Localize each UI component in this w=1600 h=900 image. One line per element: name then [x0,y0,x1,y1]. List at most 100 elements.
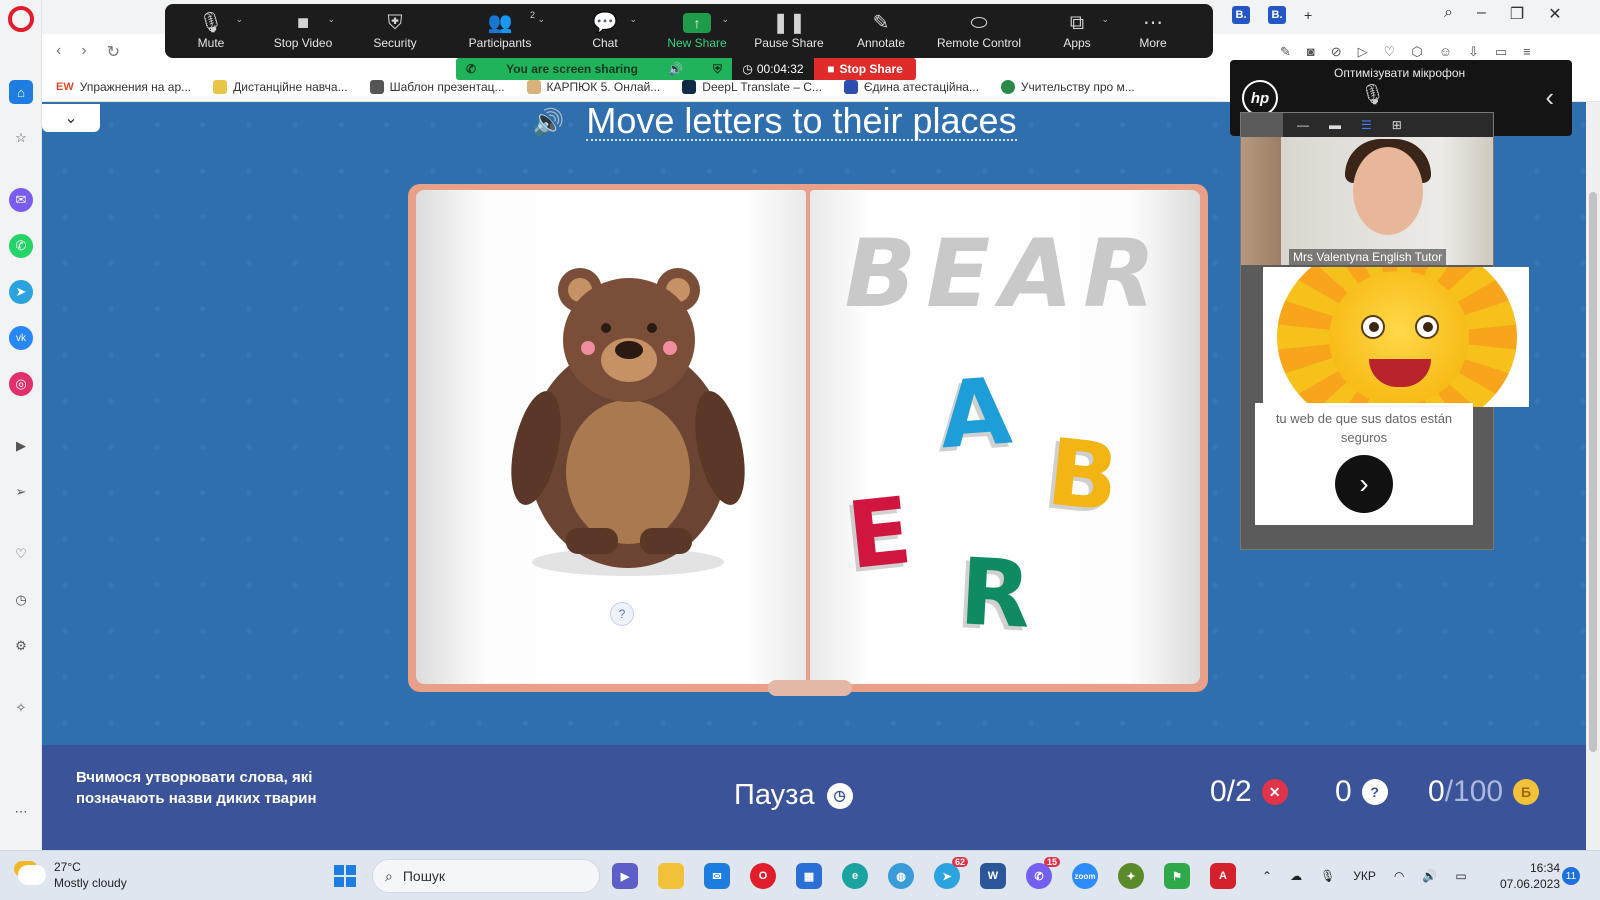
weather-widget[interactable]: 27°C Mostly cloudy [18,859,127,891]
microphone-icon[interactable]: 🎙 [1360,82,1385,107]
scroll-thumb[interactable] [1589,192,1597,752]
close-icon[interactable]: ✕ [1548,4,1561,24]
whatsapp-icon[interactable]: ✆ [9,234,33,258]
single-view-icon[interactable]: ▬ [1329,118,1341,132]
bookmark-item[interactable]: Єдина атестаційна... [843,79,979,94]
zoom-new-share-button[interactable]: ↑ ⌄ New Share [651,10,743,50]
audio-icon[interactable]: 🔊 [668,62,683,76]
cube-icon[interactable]: ⬡ [1411,44,1422,60]
zoom-annotate-button[interactable]: ✎ Annotate [835,10,927,50]
chevron-down-icon[interactable]: ⌄ [537,14,545,25]
cloud-icon[interactable]: ☁ [1290,869,1302,883]
bookmark-item[interactable]: EW Упражнения на ар... [56,80,191,94]
block-icon[interactable]: ⊘ [1331,44,1342,60]
edge-icon[interactable]: e [842,863,868,889]
search-tabs-icon[interactable]: ⌕ [1444,4,1453,24]
wifi-icon[interactable]: ◠ [1394,869,1404,883]
zoom-chat-button[interactable]: 💬 ⌄ Chat [559,10,651,50]
forward-icon[interactable]: › [81,42,86,62]
chevron-up-icon[interactable]: ⌃ [1262,869,1272,883]
zoom-mute-button[interactable]: 🎙 ⌄ Mute [165,10,257,50]
word-icon[interactable]: W [980,863,1006,889]
viber-icon[interactable]: ✆ 15 [1026,857,1060,889]
booking-tab-icon[interactable]: B. [1232,6,1250,24]
bookmark-item[interactable]: КАРПЮК 5. Онлай... [526,79,660,94]
zoom-security-button[interactable]: ⛨ Security [349,10,441,50]
taskbar-clock[interactable]: 16:34 07.06.2023 [1488,860,1560,892]
windows-start-icon[interactable] [334,865,356,887]
download-icon[interactable]: ⇩ [1468,44,1479,60]
zoom-taskbar-icon[interactable]: zoom [1072,863,1098,889]
reload-icon[interactable]: ↻ [107,42,120,62]
pause-button[interactable]: Пауза ◷ [734,779,853,812]
app-icon[interactable]: ✦ [1118,863,1144,889]
draggable-letter-b[interactable]: B [1043,419,1124,533]
zoom-remote-control-button[interactable]: ⬭ Remote Control [927,10,1031,50]
volume-icon[interactable]: 🔊 [1422,869,1437,883]
draggable-letter-e[interactable]: E [843,477,917,590]
bookmark-item[interactable]: Шаблон презентац... [369,79,505,94]
star-icon[interactable]: ☆ [9,126,33,150]
bookmark-item[interactable]: Учительству про м... [1000,79,1135,94]
more-dots-icon[interactable]: ⋯ [9,800,33,824]
meet-app-icon[interactable]: ▶ [612,863,638,889]
heart-icon[interactable]: ♡ [9,542,33,566]
opera-taskbar-icon[interactable]: O [750,863,776,889]
microphone-icon[interactable]: 🎙 [1320,869,1335,883]
draggable-letter-r[interactable]: R [957,538,1033,649]
zoom-apps-button[interactable]: ⧉ ⌄ Apps [1031,10,1123,50]
chevron-down-icon[interactable]: ⌄ [721,14,729,25]
chevron-right-icon[interactable]: › [1335,455,1393,513]
list-view-icon[interactable]: ☰ [1361,118,1372,132]
menu-icon[interactable]: ≡ [1523,44,1531,60]
profile-icon[interactable]: ☺ [1439,44,1452,60]
back-icon[interactable]: ‹ [56,42,61,62]
draggable-letter-a[interactable]: A [936,358,1014,470]
language-indicator[interactable]: УКР [1353,869,1376,883]
grid-view-icon[interactable]: ⊞ [1392,118,1402,132]
vk-icon[interactable]: vk [9,326,33,350]
pdf-reader-icon[interactable]: A [1210,863,1236,889]
zoom-more-button[interactable]: ⋯ More [1123,10,1183,50]
file-explorer-icon[interactable] [658,863,684,889]
restore-icon[interactable]: ❐ [1510,4,1524,24]
chevron-down-icon[interactable]: ⌄ [235,14,243,25]
opera-logo-icon[interactable] [8,6,34,32]
home-icon[interactable]: ⌂ [9,80,33,104]
settings-gear-icon[interactable]: ⚙ [9,634,33,658]
taskbar-search[interactable]: ⌕ Пошук [372,859,600,893]
lightbulb-icon[interactable]: ✧ [9,696,33,720]
play-icon[interactable]: ▷ [1358,44,1368,60]
hint-bubble[interactable]: ? [610,602,634,626]
zoom-participants-button[interactable]: 👥 2 ⌄ Participants [441,10,559,50]
edit-icon[interactable]: ✎ [1280,44,1291,60]
telegram-icon[interactable]: ➤ [9,280,33,304]
history-icon[interactable]: ◷ [9,588,33,612]
zoom-stop-video-button[interactable]: ■ ⌄ Stop Video [257,10,349,50]
booking-tab-icon[interactable]: B. [1268,6,1286,24]
send-icon[interactable]: ➢ [9,480,33,504]
page-scrollbar[interactable] [1586,102,1600,850]
camera-icon[interactable]: ◙ [1307,44,1315,60]
stop-share-button[interactable]: ■ Stop Share [814,58,916,80]
battery-icon[interactable]: ▭ [1455,869,1466,883]
player-icon[interactable]: ▶ [9,434,33,458]
telegram-taskbar-icon[interactable]: ➤ 62 [934,857,968,889]
collapse-button[interactable]: ⌄ [42,104,100,132]
instagram-icon[interactable]: ◎ [9,372,33,396]
chevron-left-icon[interactable]: ‹ [1545,82,1554,113]
mail-icon[interactable]: ✉ [704,863,730,889]
chevron-down-icon[interactable]: ⌄ [629,14,637,25]
heart-icon[interactable]: ♡ [1384,44,1396,60]
bookmark-item[interactable]: Дистанційне навча... [213,79,348,94]
minimize-icon[interactable]: — [1297,118,1309,132]
app-icon[interactable]: ⚑ [1164,863,1190,889]
battery-saver-icon[interactable]: ▭ [1495,44,1507,60]
new-tab-icon[interactable]: + [1304,7,1312,23]
store-icon[interactable]: ▦ [796,863,822,889]
participant-video[interactable]: Mrs Valentyna English Tutor [1241,137,1493,265]
chevron-down-icon[interactable]: ⌄ [327,14,335,25]
chevron-down-icon[interactable]: ⌄ [1101,14,1109,25]
messenger-icon[interactable]: ✉ [9,188,33,212]
zoom-pause-share-button[interactable]: ❚❚ Pause Share [743,10,835,50]
